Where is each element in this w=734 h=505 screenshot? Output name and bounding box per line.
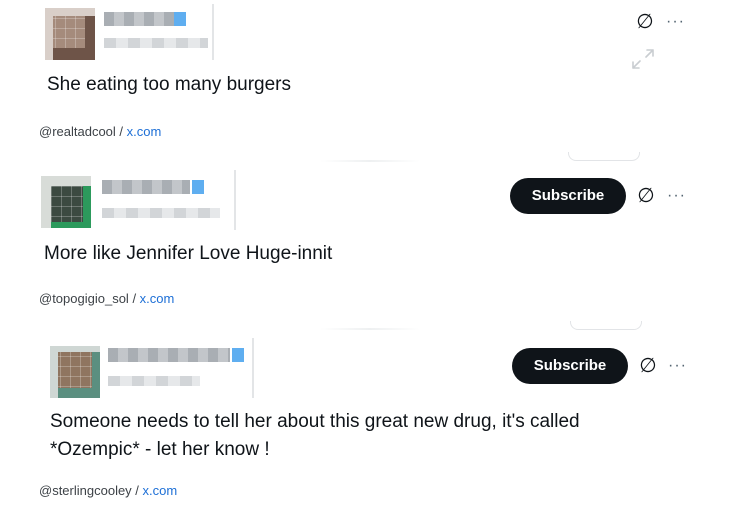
author-handle-redacted	[108, 376, 200, 386]
author-name-redacted[interactable]	[104, 12, 174, 26]
not-interested-icon[interactable]: ∅	[636, 186, 656, 206]
author-handle-redacted	[102, 208, 220, 218]
tab-edge	[570, 321, 642, 330]
source-link[interactable]: x.com	[127, 124, 162, 139]
post-text: Someone needs to tell her about this gre…	[50, 411, 580, 460]
post-source: @topogigio_sol / x.com	[39, 291, 174, 306]
post-card: Subscribe ∅ ··· Someone needs to tell he…	[0, 336, 734, 505]
not-interested-icon[interactable]: ∅	[638, 356, 658, 376]
author-blur-block	[94, 170, 236, 230]
author-handle-redacted	[104, 38, 208, 48]
post-text: More like Jennifer Love Huge-innit	[44, 243, 333, 264]
source-handle: @sterlingcooley	[39, 483, 132, 498]
author-name-redacted[interactable]	[108, 348, 230, 362]
expand-icon[interactable]	[630, 47, 656, 71]
source-separator: /	[131, 483, 143, 498]
more-options-icon[interactable]: ···	[668, 356, 687, 376]
verified-badge-icon	[174, 12, 186, 26]
source-separator: /	[128, 291, 140, 306]
post-source: @sterlingcooley / x.com	[39, 483, 177, 498]
subscribe-button[interactable]: Subscribe	[510, 178, 626, 214]
source-link[interactable]: x.com	[143, 483, 178, 498]
more-options-icon[interactable]: ···	[666, 12, 685, 32]
more-options-icon[interactable]: ···	[667, 186, 686, 206]
divider	[320, 160, 420, 162]
not-interested-icon[interactable]: ∅	[635, 12, 655, 32]
source-separator: /	[115, 124, 127, 139]
verified-badge-icon	[192, 180, 204, 194]
tab-edge	[568, 152, 640, 161]
post-source: @realtadcool / x.com	[39, 124, 161, 139]
post-card: ∅ ··· She eating too many burgers @realt…	[0, 0, 734, 150]
avatar[interactable]	[45, 8, 95, 60]
divider	[320, 328, 420, 330]
author-name-redacted[interactable]	[102, 180, 190, 194]
post-card: Subscribe ∅ ··· More like Jennifer Love …	[0, 168, 734, 318]
avatar[interactable]	[50, 346, 100, 398]
source-link[interactable]: x.com	[140, 291, 175, 306]
source-handle: @topogigio_sol	[39, 291, 129, 306]
verified-badge-icon	[232, 348, 244, 362]
subscribe-button[interactable]: Subscribe	[512, 348, 628, 384]
source-handle: @realtadcool	[39, 124, 116, 139]
post-text: She eating too many burgers	[47, 74, 291, 95]
author-blur-block	[102, 338, 254, 398]
avatar[interactable]	[41, 176, 91, 228]
